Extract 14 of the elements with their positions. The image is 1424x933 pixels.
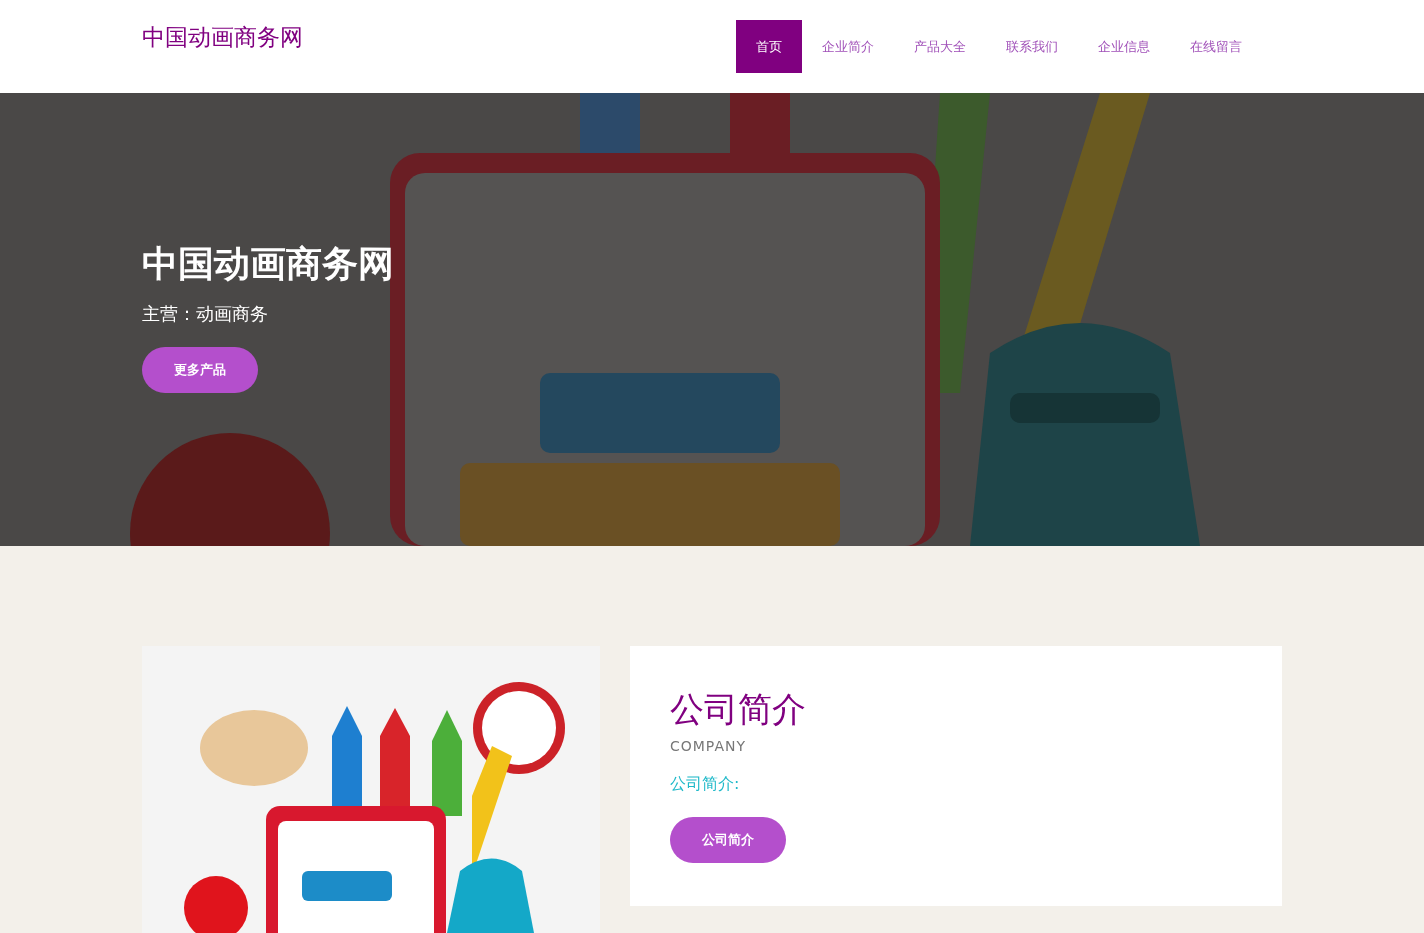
section-subtitle: COMPANY — [670, 738, 747, 754]
nav-link[interactable]: 企业简介 — [802, 20, 894, 73]
nav-link[interactable]: 产品大全 — [894, 20, 986, 73]
hero-subtitle: 主营：动画商务 — [142, 302, 269, 326]
section-title: 公司简介 — [670, 688, 806, 731]
hero-title: 中国动画商务网 — [142, 242, 394, 286]
site-logo[interactable]: 中国动画商务网 — [142, 22, 303, 52]
nav-link[interactable]: 在线留言 — [1170, 20, 1262, 73]
company-intro-button[interactable]: 公司简介 — [670, 817, 786, 863]
intro-text: 公司简介: — [670, 774, 740, 795]
nav-link[interactable]: 首页 — [736, 20, 802, 73]
more-products-button[interactable]: 更多产品 — [142, 347, 258, 393]
nav-link[interactable]: 联系我们 — [986, 20, 1078, 73]
nav-link[interactable]: 企业信息 — [1078, 20, 1170, 73]
